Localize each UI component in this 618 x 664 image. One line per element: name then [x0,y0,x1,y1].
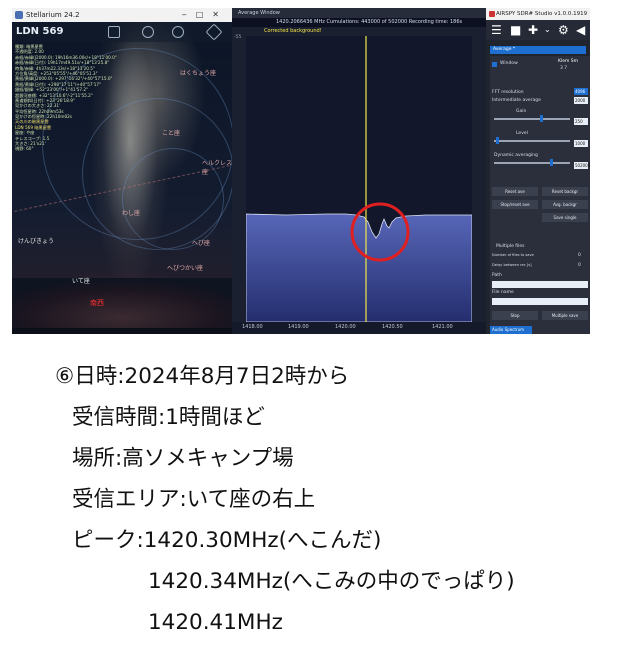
volume-icon[interactable]: ◀ [576,24,585,36]
window-number: 3 7 [560,66,568,71]
window-checkbox[interactable] [492,62,497,67]
caption-area: 受信エリア:いて座の右上 [72,487,316,512]
average-window: Average Window 1420.2066436 MHz Cumulati… [232,8,486,334]
gain-input[interactable]: 250 [574,118,588,125]
background-status: Corrected background! [264,28,322,34]
audio-spectrum-tab[interactable]: Audio Spectrum [490,326,532,334]
x-tick-label: 1421.00 [432,324,453,330]
stop-reset-average-button[interactable]: Stop/reset ave [492,200,538,209]
fft-resolution-input[interactable]: 4096 [574,88,588,95]
info-line: 視野: 60° [15,146,34,152]
gear-icon[interactable]: ⚙ [558,24,569,36]
y-tick-label: -55 [234,35,242,40]
constellation-label: へび座 [192,240,211,247]
caption-peak-2: 1420.34MHz(へこみの中のでっぱり) [148,569,515,594]
constellation-label: けんびきょう [18,238,55,245]
number-of-files-label: Number of files to save [492,253,534,257]
gain-label: Gain [516,109,527,114]
caption-peak: ピーク:1420.30MHz(へこんだ) [72,528,382,553]
stellarium-window-title: Stellarium 24.2 [26,11,80,19]
dynamic-averaging-input[interactable]: 502000 [574,162,590,169]
path-input[interactable] [492,281,588,288]
stellarium-status-bar [12,328,232,334]
level-label: Level [516,131,528,136]
average-status-header: 1420.2066436 MHz Cumulations: 443000 of … [232,18,486,27]
average-background-button[interactable]: Avg. backgr [542,200,588,209]
sdr-window-title: AIRSPY SDR# Studio v1.0.0.1919 [496,11,588,17]
stellarium-window: Stellarium 24.2 ‒□✕ LDN 569 種類: 暗黒星雲 不透明… [12,8,232,334]
constellation-label: はくちょう座 [180,70,217,77]
average-panel: Window Klem Sm 3 7 FFT resolution 4096 I… [490,56,590,334]
spectrum-svg [246,36,472,322]
x-tick-label: 1418.00 [242,324,263,330]
menu-icon[interactable]: ☰ [491,24,502,36]
sdr-app-icon [489,11,495,17]
average-window-title: Average Window [232,8,486,18]
selected-object-name: LDN 569 [16,26,64,37]
multiple-save-button[interactable]: Multiple save [542,311,588,320]
save-single-button[interactable]: Save single [542,213,588,222]
trash-icon[interactable] [108,26,120,38]
path-label: Path [492,273,502,278]
intermediate-average-input[interactable]: 2000 [574,97,588,104]
window-controls[interactable]: ‒□✕ [182,8,228,22]
caption-peak-3: 1420.41MHz [148,610,283,635]
window-select[interactable]: Klem Sm [558,59,578,64]
average-panel-header[interactable]: Average * [490,46,586,54]
stop-icon[interactable]: ■ [510,24,521,36]
horizon-ground [12,278,232,334]
level-input[interactable]: 1000 [574,140,588,147]
number-of-files-value[interactable]: 0 [578,253,581,258]
multiple-files-label: Multiple files [496,244,525,249]
reset-background-button[interactable]: Reset backgr [542,187,588,196]
cardinal-direction-label: 南西 [90,299,104,307]
object-info-panel: 種類: 暗黒星雲 不透明度: 2.00 赤経/赤緯(J2000.0): 19h1… [15,44,155,152]
intermediate-average-label: Intermediate average [492,98,541,103]
x-tick-label: 1419.00 [288,324,309,330]
fft-resolution-label: FFT resolution [492,90,524,95]
add-icon[interactable]: ✚ [528,24,538,36]
sdr-window: AIRSPY SDR# Studio v1.0.0.1919 ☰ ■ ✚ ⌄ ⚙… [486,8,590,334]
screenshot-composite: Stellarium 24.2 ‒□✕ LDN 569 種類: 暗黒星雲 不透明… [12,8,590,334]
file-name-input[interactable] [492,298,588,305]
delay-label: Delay between rec [s] [492,263,532,267]
x-tick-label: 1420.50 [382,324,403,330]
stellarium-titlebar: Stellarium 24.2 ‒□✕ [12,8,232,22]
gain-slider[interactable] [494,118,570,120]
caption-duration: 受信時間:1時間ほど [72,405,265,430]
location-icon[interactable] [172,26,184,38]
caption-datetime: ⑥日時:2024年8月7日2時から [55,364,350,389]
constellation-label: いて座 [72,278,90,285]
constellation-label: へびつかい座 [167,265,204,272]
reset-average-button[interactable]: Reset ave [492,187,538,196]
sdr-toolbar: ☰ ■ ✚ ⌄ ⚙ ◀ [486,20,590,40]
stop-button[interactable]: Stop [492,311,538,320]
constellation-label: こと座 [162,130,181,137]
x-tick-label: 1420.00 [335,324,356,330]
file-name-label: File name [492,290,514,295]
dynamic-averaging-slider[interactable] [494,162,570,164]
dynamic-averaging-knob[interactable] [550,159,553,166]
level-slider[interactable] [494,140,570,142]
gain-slider-knob[interactable] [540,115,543,122]
chevron-down-icon[interactable]: ⌄ [544,24,551,36]
dynamic-averaging-label: Dynamic averaging [494,153,538,158]
spectrum-trace [246,213,472,322]
delay-value[interactable]: 0 [578,263,581,268]
caption-location: 場所:高ソメキャンプ場 [72,446,294,471]
stellarium-app-icon [15,11,23,19]
constellation-label: わし座 [122,210,141,217]
sky-icon[interactable] [142,26,154,38]
sdr-titlebar: AIRSPY SDR# Studio v1.0.0.1919 [486,8,590,20]
level-slider-knob[interactable] [496,137,499,144]
spectrum-plot[interactable] [246,36,472,322]
constellation-label: ヘルクレス座 [202,160,232,176]
window-label: Window [500,61,518,66]
